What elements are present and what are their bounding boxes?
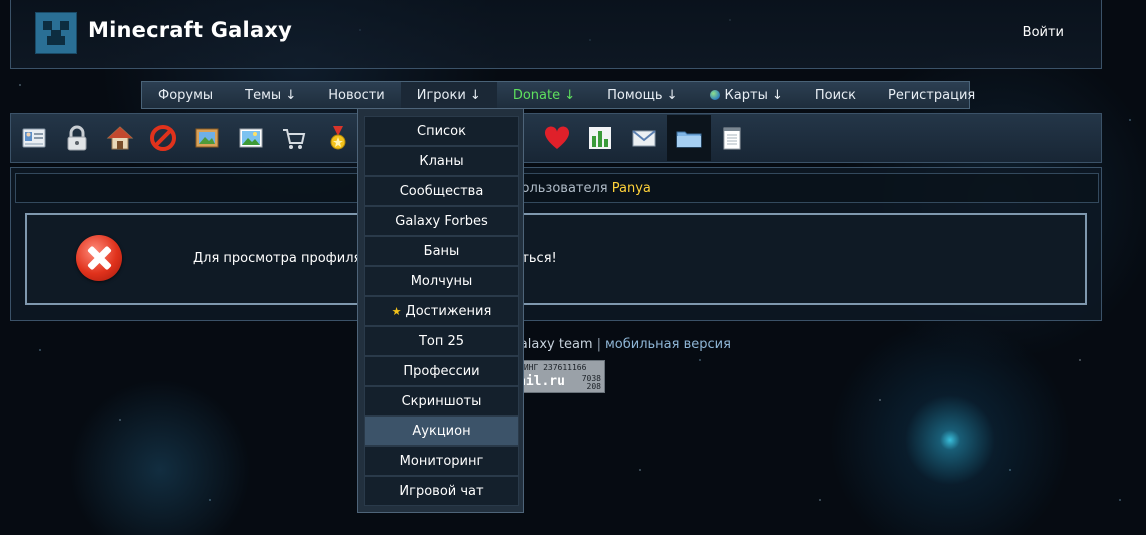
nav-maps[interactable]: Карты ↓ (694, 82, 799, 108)
content-panel: пользователя Panya Для просмотра профиля… (10, 167, 1102, 321)
shopping-cart-icon[interactable] (276, 120, 312, 156)
globe-icon (709, 90, 720, 100)
site-title[interactable]: Minecraft Galaxy (88, 18, 292, 42)
menu-item-list[interactable]: Список (364, 116, 519, 146)
menu-item-clans[interactable]: Кланы (364, 146, 519, 176)
nav-forums[interactable]: Форумы (142, 82, 229, 108)
menu-item-achievements[interactable]: ★ Достижения (364, 296, 519, 326)
picture-frame-icon[interactable] (189, 120, 225, 156)
counter-top-text: ТИНГ 237611166 (519, 363, 587, 372)
star-icon: ★ (391, 304, 402, 318)
menu-item-game-chat[interactable]: Игровой чат (364, 476, 519, 506)
menu-item-top-25[interactable]: Топ 25 (364, 326, 519, 356)
nav-maps-label: Карты ↓ (724, 87, 783, 103)
menu-item-achievements-label: Достижения (405, 303, 492, 319)
menu-item-auction[interactable]: Аукцион (364, 416, 519, 446)
footer: aft galaxy team | мобильная версия (490, 337, 731, 352)
subtitle-prefix: пользователя (513, 181, 608, 196)
notepad-icon[interactable] (714, 120, 750, 156)
nav-search[interactable]: Поиск (799, 82, 872, 108)
profile-card-icon[interactable] (16, 120, 52, 156)
rating-counter[interactable]: ТИНГ 237611166 ail.ru 7038 208 (515, 360, 605, 393)
error-message-box: Для просмотра профиля аться! (25, 213, 1087, 305)
menu-item-galaxy-forbes[interactable]: Galaxy Forbes (364, 206, 519, 236)
nav-register[interactable]: Регистрация (872, 82, 991, 108)
menu-item-screenshots[interactable]: Скриншоты (364, 386, 519, 416)
nav-topics[interactable]: Темы ↓ (229, 82, 312, 108)
menu-item-monitoring[interactable]: Мониторинг (364, 446, 519, 476)
folder-icon[interactable] (667, 115, 711, 161)
menu-item-professions[interactable]: Профессии (364, 356, 519, 386)
footer-separator: | (596, 337, 601, 352)
menu-item-communities[interactable]: Сообщества (364, 176, 519, 206)
block-icon[interactable] (145, 120, 181, 156)
counter-value-2: 208 (586, 382, 601, 391)
message-start: Для просмотра профиля (193, 251, 362, 266)
counter-brand: ail.ru (515, 374, 565, 390)
profile-toolbar (10, 113, 1102, 163)
main-nav: Форумы Темы ↓ Новости Игроки ↓ Donate ↓ … (141, 81, 975, 109)
medal-icon[interactable] (320, 120, 356, 156)
heart-icon[interactable] (539, 120, 575, 156)
profile-subtitle-bar: пользователя Panya (15, 173, 1099, 203)
site-header: Minecraft Galaxy Войти (10, 0, 1102, 69)
lock-icon[interactable] (59, 120, 95, 156)
username[interactable]: Panya (612, 181, 651, 196)
error-icon (76, 235, 122, 281)
nav-donate[interactable]: Donate ↓ (497, 82, 591, 108)
home-icon[interactable] (102, 120, 138, 156)
menu-item-bans[interactable]: Баны (364, 236, 519, 266)
bar-chart-icon[interactable] (582, 120, 618, 156)
profile-subtitle: пользователя Panya (513, 181, 651, 196)
mobile-version-link[interactable]: мобильная версия (605, 337, 731, 352)
landscape-image-icon[interactable] (233, 120, 269, 156)
mail-icon[interactable] (626, 120, 662, 156)
menu-item-mutes[interactable]: Молчуны (364, 266, 519, 296)
creeper-logo-icon[interactable] (35, 12, 77, 54)
login-link[interactable]: Войти (1023, 25, 1064, 40)
nav-players[interactable]: Игроки ↓ (400, 82, 497, 108)
players-dropdown: Список Кланы Сообщества Galaxy Forbes Ба… (357, 108, 524, 513)
nav-help[interactable]: Помощь ↓ (591, 82, 693, 108)
nav-news[interactable]: Новости (312, 82, 401, 108)
